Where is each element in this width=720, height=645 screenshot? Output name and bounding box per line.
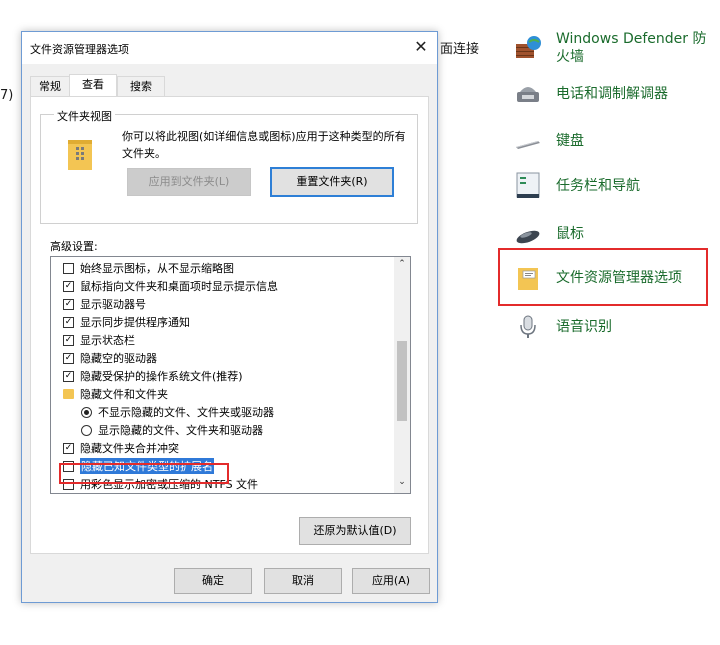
setting-row[interactable]: ✓ 鼠标指向文件夹和桌面项时显示提示信息: [63, 278, 278, 294]
checkbox[interactable]: ✓: [63, 298, 74, 310]
cp-item-phone-modem[interactable]: 电话和调制解调器: [512, 78, 668, 110]
tab-general[interactable]: 常规: [30, 76, 70, 96]
setting-row: 隐藏文件和文件夹: [63, 386, 168, 402]
cp-item-label: 键盘: [556, 133, 584, 149]
cp-item-speech[interactable]: 语音识别: [512, 311, 612, 343]
chevron-up-icon[interactable]: ⌃: [394, 259, 410, 273]
checkbox[interactable]: [63, 262, 74, 274]
setting-row[interactable]: ✓ 显示状态栏: [63, 332, 135, 348]
setting-row[interactable]: ✓ 隐藏受保护的操作系统文件(推荐): [63, 368, 243, 384]
setting-label: 显示同步提供程序通知: [80, 316, 190, 329]
taskbar-icon: [512, 170, 544, 202]
checkbox[interactable]: ✓: [63, 316, 74, 328]
close-icon[interactable]: ✕: [411, 37, 431, 57]
folder-options-dialog: 文件资源管理器选项 ✕ 常规 查看 搜索 文件夹视图 你可以将此视图(如详细信息…: [21, 31, 438, 603]
setting-row[interactable]: ✓ 隐藏空的驱动器: [63, 350, 157, 366]
setting-label: 不显示隐藏的文件、文件夹或驱动器: [98, 406, 274, 419]
background-text-fragment: 7): [0, 88, 14, 103]
folder-options-icon: [512, 262, 544, 294]
setting-label: 隐藏文件和文件夹: [80, 388, 168, 401]
scrollbar[interactable]: ⌃ ⌄: [394, 257, 410, 493]
advanced-settings-label: 高级设置:: [50, 240, 98, 253]
setting-label: 隐藏受保护的操作系统文件(推荐): [80, 370, 243, 383]
setting-row[interactable]: 不显示隐藏的文件、文件夹或驱动器: [81, 404, 274, 420]
folder-views-title: 文件夹视图: [54, 108, 115, 124]
apply-to-folders-button[interactable]: 应用到文件夹(L): [127, 168, 251, 196]
advanced-settings-list[interactable]: 始终显示图标，从不显示缩略图 ✓ 鼠标指向文件夹和桌面项时显示提示信息 ✓ 显示…: [50, 256, 411, 494]
checkbox[interactable]: ✓: [63, 442, 74, 454]
cp-item-label: Windows Defender 防火墙: [556, 31, 707, 65]
mouse-icon: [512, 218, 544, 250]
cancel-button[interactable]: 取消: [264, 568, 342, 594]
cp-item-label: 语音识别: [556, 319, 612, 335]
keyboard-icon: [512, 125, 544, 157]
setting-row[interactable]: ✓ 隐藏文件夹合并冲突: [63, 440, 179, 456]
folder-views-description: 你可以将此视图(如详细信息或图标)应用于这种类型的所有文件夹。: [122, 130, 406, 160]
dialog-titlebar[interactable]: 文件资源管理器选项 ✕: [22, 32, 437, 64]
setting-label: 始终显示图标，从不显示缩略图: [80, 262, 234, 275]
setting-label: 鼠标指向文件夹和桌面项时显示提示信息: [80, 280, 278, 293]
apply-button[interactable]: 应用(A): [352, 568, 430, 594]
background-text-fragment: 面连接: [440, 42, 480, 57]
folder-icon: [63, 389, 74, 399]
cp-item-label: 文件资源管理器选项: [556, 270, 682, 286]
folder-views-icon: [66, 136, 94, 176]
tab-search[interactable]: 搜索: [117, 76, 165, 96]
chevron-down-icon[interactable]: ⌄: [394, 477, 410, 491]
cp-item-label: 任务栏和导航: [556, 178, 640, 194]
dialog-title: 文件资源管理器选项: [30, 43, 129, 56]
phone-modem-icon: [512, 78, 544, 110]
setting-label: 隐藏空的驱动器: [80, 352, 157, 365]
checkbox[interactable]: ✓: [63, 280, 74, 292]
cp-item-mouse[interactable]: 鼠标: [512, 218, 584, 250]
firewall-icon: [512, 32, 544, 64]
cp-item-taskbar[interactable]: 任务栏和导航: [512, 170, 640, 202]
cp-item-keyboard[interactable]: 键盘: [512, 125, 584, 157]
checkbox[interactable]: ✓: [63, 370, 74, 382]
setting-label: 隐藏文件夹合并冲突: [80, 442, 179, 455]
checkbox[interactable]: ✓: [63, 334, 74, 346]
checkbox[interactable]: ✓: [63, 352, 74, 364]
setting-label: 显示隐藏的文件、文件夹和驱动器: [98, 424, 263, 437]
setting-label: 显示状态栏: [80, 334, 135, 347]
radio-button[interactable]: [81, 406, 92, 418]
restore-defaults-button[interactable]: 还原为默认值(D): [299, 517, 411, 545]
setting-row[interactable]: ✓ 显示驱动器号: [63, 296, 146, 312]
setting-row[interactable]: ✓ 显示同步提供程序通知: [63, 314, 190, 330]
radio-dot: [84, 409, 89, 415]
scrollbar-thumb[interactable]: [397, 341, 407, 421]
microphone-icon: [512, 311, 544, 343]
cp-item-label: 鼠标: [556, 226, 584, 242]
radio-button[interactable]: [81, 424, 92, 436]
ok-button[interactable]: 确定: [174, 568, 252, 594]
cp-item-folder-options[interactable]: 文件资源管理器选项: [512, 262, 682, 294]
setting-row[interactable]: 始终显示图标，从不显示缩略图: [63, 260, 234, 276]
tab-view[interactable]: 查看: [69, 74, 117, 98]
highlight-box: [59, 463, 229, 484]
cp-item-label: 电话和调制解调器: [556, 86, 668, 102]
cp-item-firewall[interactable]: Windows Defender 防火墙: [512, 30, 716, 66]
setting-label: 显示驱动器号: [80, 298, 146, 311]
setting-row[interactable]: 显示隐藏的文件、文件夹和驱动器: [81, 422, 263, 438]
reset-folders-button[interactable]: 重置文件夹(R): [270, 167, 394, 197]
